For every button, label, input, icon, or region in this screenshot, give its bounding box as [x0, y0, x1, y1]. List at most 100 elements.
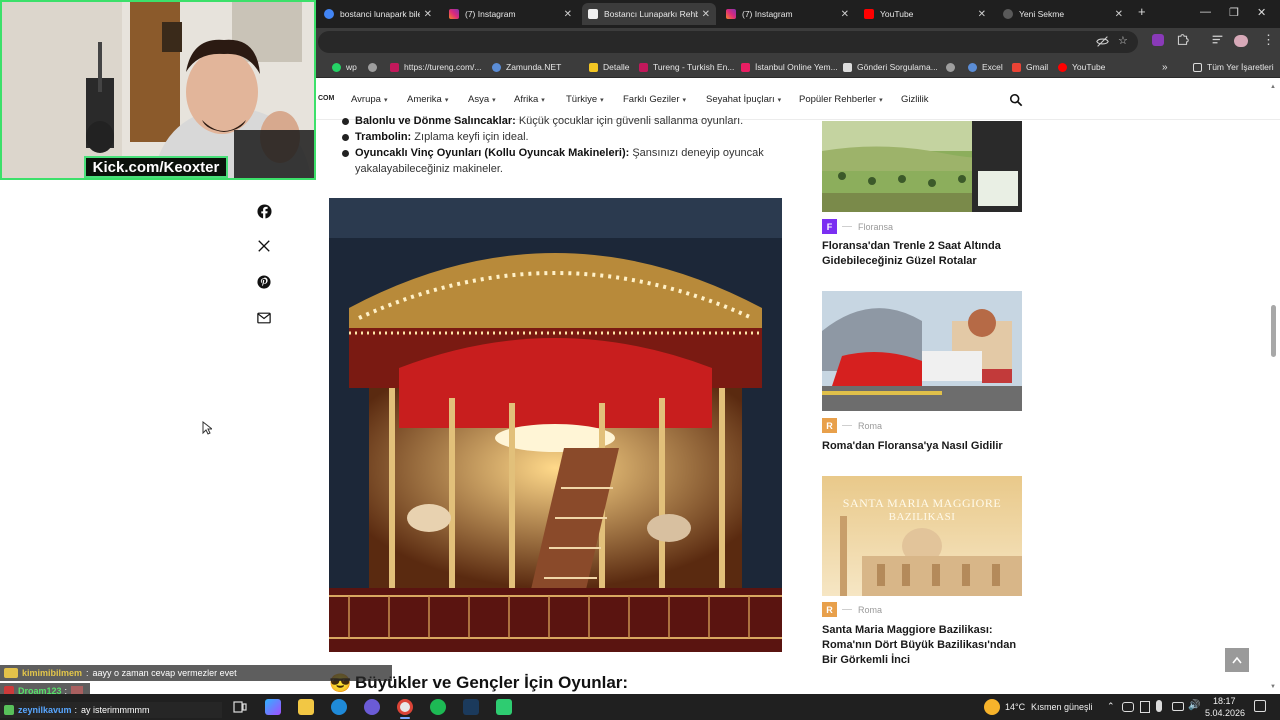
site-icon — [588, 9, 598, 19]
bookmark-item[interactable]: Zamunda.NET — [492, 60, 561, 74]
browser-tab[interactable]: Yeni Sekme ✕ — [997, 3, 1129, 25]
browser-tab-active[interactable]: Bostancı Lunaparkı Rehbe ✕ — [582, 3, 716, 25]
chevron-down-icon: ▾ — [444, 97, 449, 104]
category-link[interactable]: Roma — [858, 605, 882, 615]
file-explorer-icon[interactable] — [298, 699, 314, 715]
category-link[interactable]: Floransa — [858, 222, 893, 232]
search-icon[interactable] — [1009, 93, 1023, 112]
sidebar-card-image[interactable] — [822, 291, 1022, 411]
bookmark-item[interactable]: https://tureng.com/... — [390, 60, 481, 74]
eye-off-icon[interactable] — [1096, 35, 1109, 51]
card-title[interactable]: Floransa'dan Trenle 2 Saat Altında Gidebi… — [822, 239, 1032, 269]
browser-tab[interactable]: (7) Instagram ✕ — [443, 3, 578, 25]
app-icon[interactable] — [364, 699, 380, 715]
nav-item-populer-rehberler[interactable]: Popüler Rehberler ▾ — [799, 94, 883, 105]
divider — [842, 425, 852, 426]
extensions-puzzle-icon[interactable] — [1176, 33, 1189, 49]
nav-item-gizlilik[interactable]: Gizlilik — [901, 94, 928, 105]
notification-icon[interactable] — [1254, 700, 1266, 712]
browser-tab[interactable]: bostanci lunapark bilet fiy ✕ — [318, 3, 438, 25]
shipment-icon — [843, 62, 852, 72]
browser-tab[interactable]: YouTube ✕ — [858, 3, 992, 25]
bookmark-item[interactable]: wp — [332, 60, 357, 74]
active-app-indicator — [400, 717, 410, 719]
site-logo[interactable]: COM — [318, 95, 334, 102]
nav-item-farkli-geziler[interactable]: Farklı Geziler ▾ — [623, 94, 686, 105]
maximize-icon[interactable]: ❐ — [1229, 6, 1239, 19]
weather-description[interactable]: Kısmen güneşli — [1031, 702, 1093, 712]
instagram-icon — [726, 9, 736, 19]
card-title[interactable]: Roma'dan Floransa'ya Nasıl Gidilir — [822, 439, 1032, 454]
profile-avatar[interactable] — [1234, 35, 1248, 47]
close-tab-icon[interactable]: ✕ — [978, 9, 986, 20]
browser-tab[interactable]: (7) Instagram ✕ — [720, 3, 855, 25]
device-icon[interactable] — [1140, 701, 1150, 713]
scroll-down-arrow-icon[interactable]: ▼ — [1270, 684, 1276, 690]
scroll-up-arrow-icon[interactable]: ▲ — [1270, 84, 1276, 90]
volume-icon[interactable]: 🔊 — [1188, 700, 1200, 711]
sidebar-card-image[interactable] — [822, 476, 1022, 596]
yemeksepeti-icon — [741, 62, 750, 72]
bookmark-item[interactable]: Gönderi Sorgulama... — [843, 60, 938, 74]
bookmark-item[interactable] — [946, 60, 960, 74]
close-tab-icon[interactable]: ✕ — [564, 9, 572, 20]
x-icon[interactable] — [256, 238, 272, 254]
close-tab-icon[interactable]: ✕ — [424, 9, 432, 20]
nav-item-seyahat-ipuclari[interactable]: Seyahat İpuçları ▾ — [706, 94, 781, 105]
more-bookmarks-icon[interactable]: » — [1162, 60, 1168, 74]
mail-icon[interactable] — [256, 310, 272, 326]
microphone-icon[interactable] — [1156, 700, 1162, 712]
bookmark-item[interactable]: Excel — [968, 60, 1003, 74]
folder-icon — [1193, 62, 1202, 72]
facebook-icon[interactable] — [256, 203, 272, 219]
clock-time[interactable]: 18:17 — [1213, 696, 1236, 706]
tray-chevron-icon[interactable]: ⌃ — [1107, 701, 1115, 712]
close-window-icon[interactable]: ✕ — [1257, 6, 1266, 19]
clock-date[interactable]: 5.04.2026 — [1205, 708, 1245, 718]
nav-item-turkiye[interactable]: Türkiye ▾ — [566, 94, 604, 105]
minimize-icon[interactable]: — — [1200, 6, 1211, 18]
more-menu-icon[interactable]: ⋮ — [1262, 32, 1275, 48]
copilot-icon[interactable] — [265, 699, 281, 715]
page-scrollbar-thumb[interactable] — [1271, 305, 1276, 357]
reading-list-icon[interactable] — [1211, 33, 1224, 49]
weather-temperature[interactable]: 14°C — [1005, 702, 1025, 712]
address-bar[interactable]: ☆ — [318, 31, 1138, 53]
weather-icon[interactable] — [984, 699, 1000, 715]
extension-icon[interactable] — [1152, 34, 1164, 46]
chrome-icon[interactable] — [397, 699, 413, 715]
carousel-photo — [329, 198, 782, 652]
nav-item-afrika[interactable]: Afrika ▾ — [514, 94, 545, 105]
obs-icon[interactable] — [496, 699, 512, 715]
chrome-icon — [1003, 9, 1013, 19]
card-title[interactable]: Santa Maria Maggiore Bazilikası: Roma'nın… — [822, 623, 1032, 668]
bookmark-item[interactable]: Tureng - Turkish En... — [639, 60, 734, 74]
network-icon[interactable] — [1172, 702, 1184, 711]
bookmark-item[interactable]: Detalle — [589, 60, 629, 74]
spotify-icon[interactable] — [430, 699, 446, 715]
new-tab-button[interactable]: + — [1138, 4, 1146, 19]
bookmark-item[interactable] — [368, 60, 382, 74]
bookmark-item[interactable]: YouTube — [1058, 60, 1105, 74]
pinterest-icon[interactable] — [256, 274, 272, 290]
close-tab-icon[interactable]: ✕ — [702, 9, 710, 20]
category-link[interactable]: Roma — [858, 421, 882, 431]
close-tab-icon[interactable]: ✕ — [1115, 9, 1123, 20]
sidebar-card-image[interactable] — [822, 121, 1022, 212]
edge-icon[interactable] — [331, 699, 347, 715]
steam-icon[interactable] — [463, 699, 479, 715]
bookmark-item[interactable]: Gmail — [1012, 60, 1048, 74]
cloud-icon[interactable] — [1122, 702, 1134, 712]
nav-item-amerika[interactable]: Amerika ▾ — [407, 94, 448, 105]
bookmark-star-icon[interactable]: ☆ — [1118, 34, 1128, 47]
chat-message: kimimibilmem : aayy o zaman cevap vermez… — [0, 665, 392, 681]
chevron-down-icon: ▾ — [600, 97, 604, 104]
task-view-icon[interactable] — [232, 699, 248, 715]
all-bookmarks-folder[interactable]: Tüm Yer İşaretleri — [1193, 60, 1274, 74]
bookmark-item[interactable]: İstanbul Online Yem... — [741, 60, 838, 74]
list-item: Trambolin: Zıplama keyfi için ideal. — [355, 131, 529, 143]
close-tab-icon[interactable]: ✕ — [841, 9, 849, 20]
nav-item-avrupa[interactable]: Avrupa ▾ — [351, 94, 387, 105]
scroll-to-top-button[interactable] — [1225, 648, 1249, 672]
nav-item-asya[interactable]: Asya ▾ — [468, 94, 496, 105]
